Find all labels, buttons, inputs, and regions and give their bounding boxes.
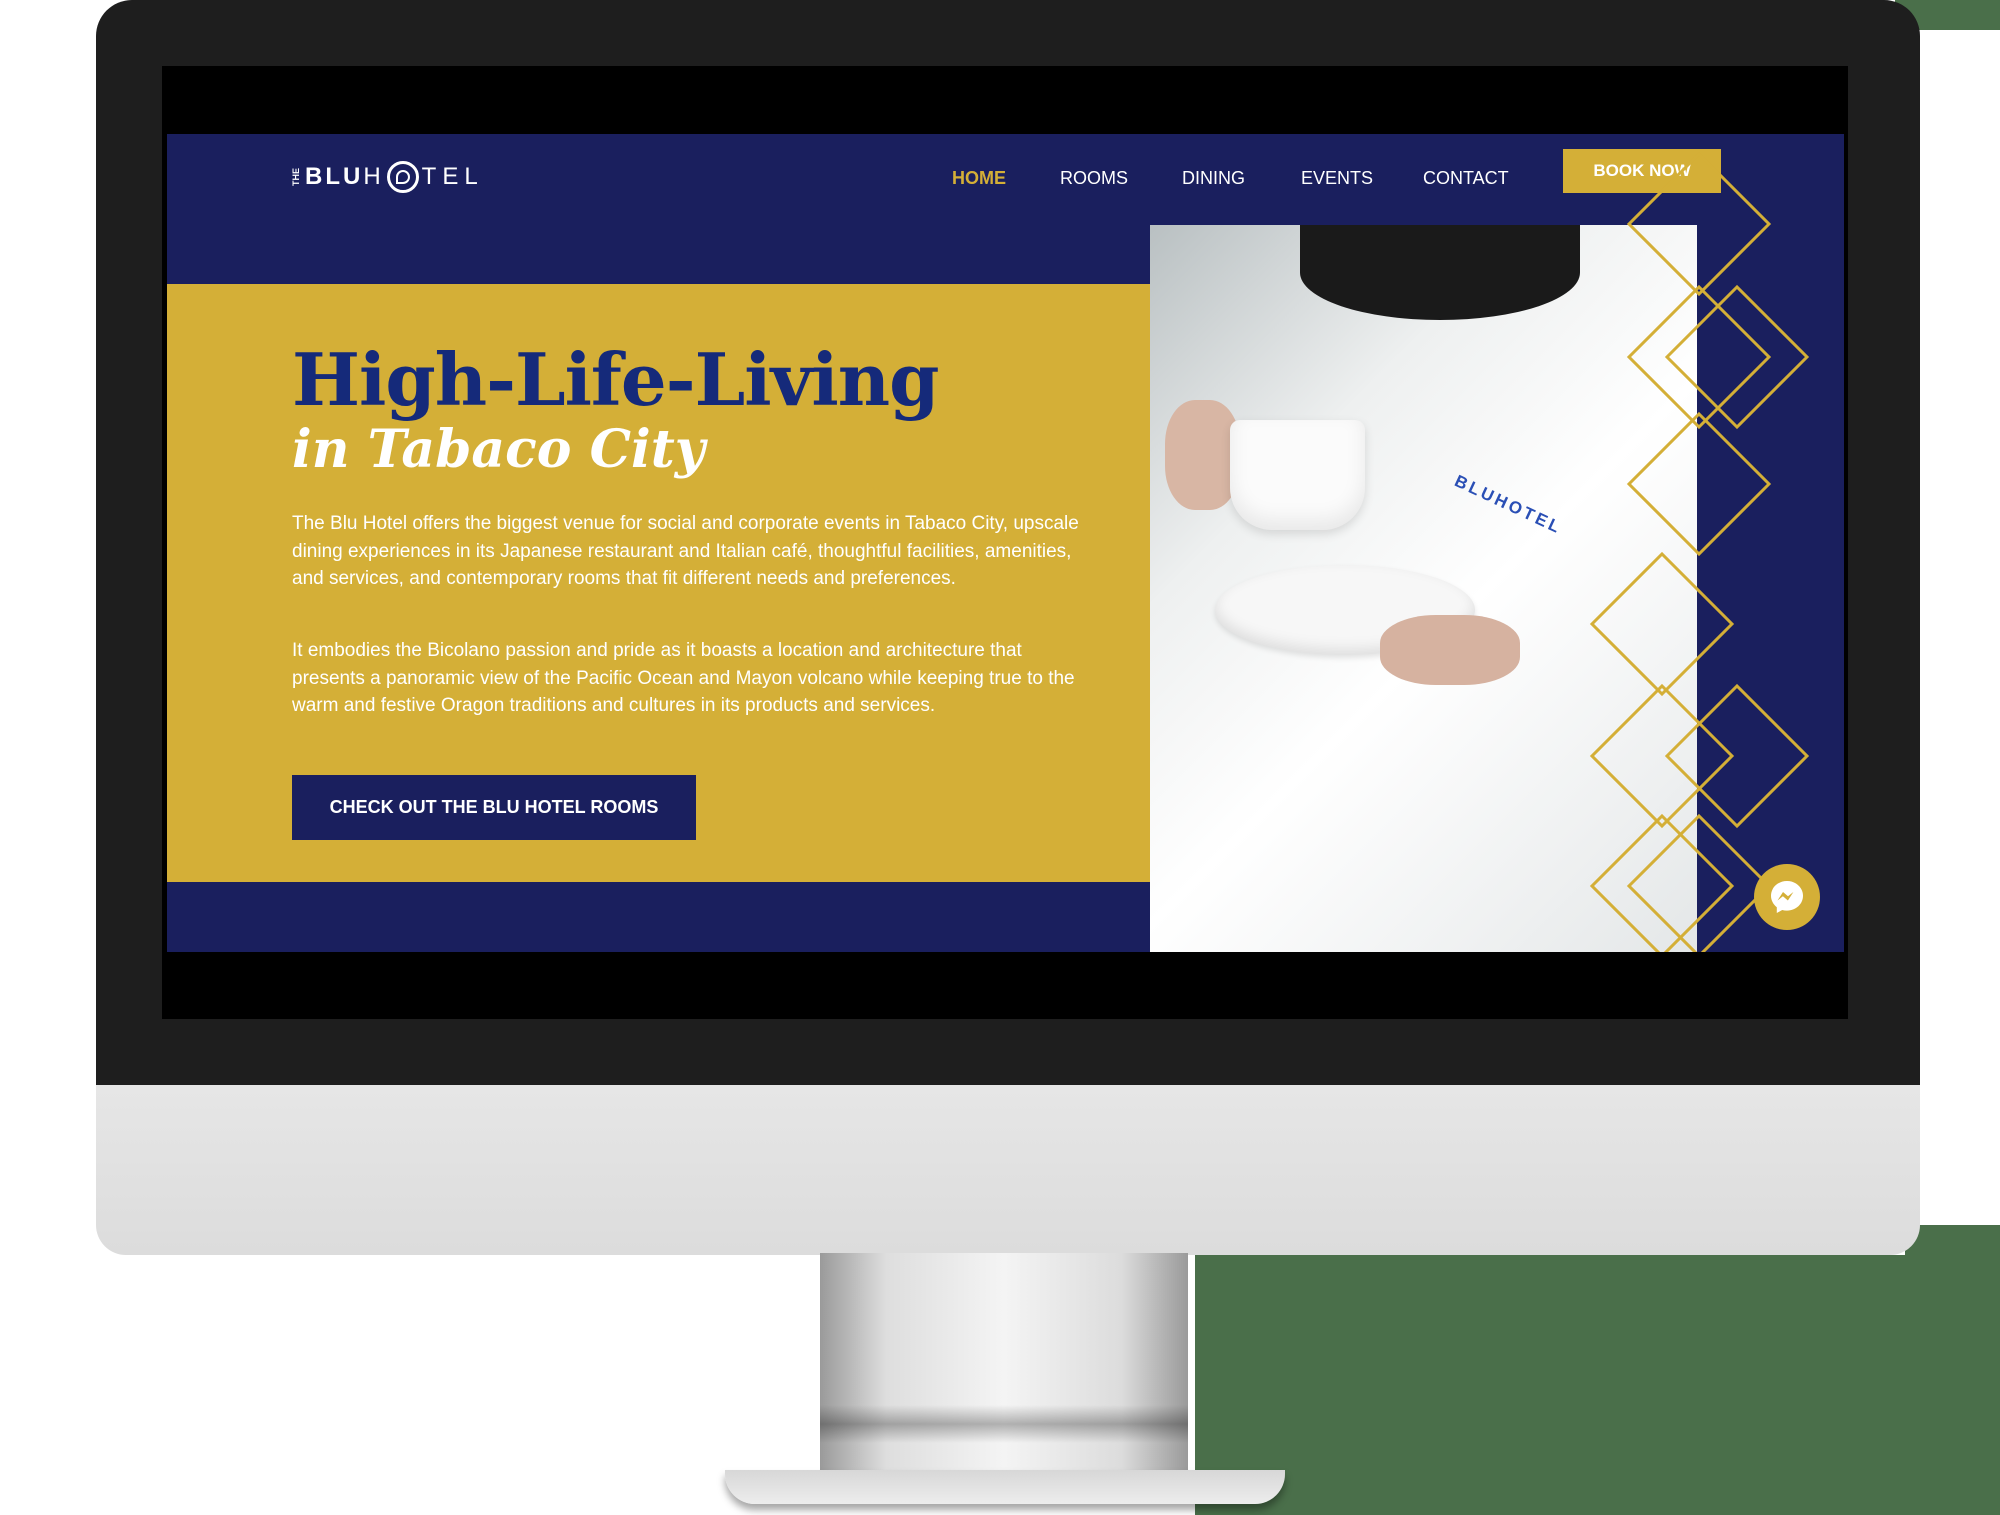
diamond-shape [1664, 284, 1810, 430]
background-patch [1195, 1255, 1905, 1515]
diamond-shape [1589, 551, 1735, 697]
messenger-icon [1771, 881, 1803, 913]
website-viewport: THE BLU H TEL HOME ROOMS DINING EVENTS C… [167, 134, 1844, 952]
diamond-pattern [1589, 151, 1810, 952]
monitor-stand-foot [725, 1470, 1285, 1504]
background-patch [1905, 1225, 2000, 1515]
diamond-shape [1664, 683, 1810, 829]
messenger-chat-button[interactable] [1754, 864, 1820, 930]
monitor-chin [96, 1085, 1920, 1255]
diamond-shape [1626, 411, 1772, 557]
diamond-shape [1589, 683, 1735, 829]
diamond-shape [1626, 284, 1772, 430]
monitor-stand-neck [820, 1253, 1188, 1478]
stand-shadow [820, 1405, 1188, 1443]
diamond-shape [1626, 151, 1772, 297]
diamond-shape [1589, 813, 1735, 952]
diamond-shape [1626, 813, 1772, 952]
